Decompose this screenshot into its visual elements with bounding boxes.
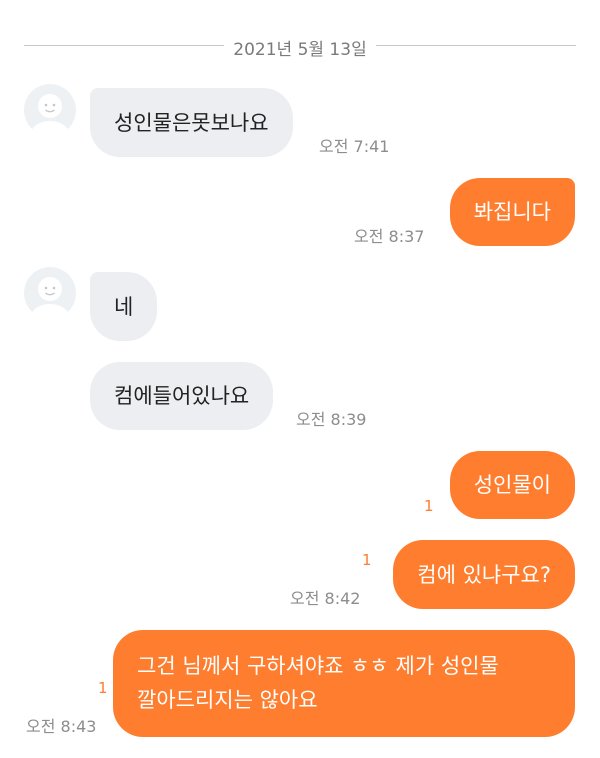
message-timestamp: 오전 8:43 bbox=[26, 717, 97, 736]
message-timestamp: 오전 7:41 bbox=[319, 137, 390, 156]
date-label: 2021년 5월 13일 bbox=[233, 40, 367, 60]
date-separator: 2021년 5월 13일 bbox=[24, 33, 576, 60]
message-bubble[interactable]: 봐집니다 bbox=[449, 178, 575, 246]
default-profile-icon[interactable] bbox=[24, 84, 76, 136]
message-bubble[interactable]: 성인물은못보나요 bbox=[90, 88, 293, 157]
message-bubble[interactable]: 컴에들어있나요 bbox=[90, 362, 274, 430]
message-bubble[interactable]: 성인물이 bbox=[449, 451, 575, 519]
divider bbox=[376, 45, 576, 46]
message-timestamp: 오전 8:39 bbox=[296, 410, 367, 429]
unread-count: 1 bbox=[362, 551, 372, 569]
message-bubble[interactable]: 그건 님께서 구하셔야죠 ㅎㅎ 제가 성인물 깔아드리지는 않아요 bbox=[113, 630, 575, 737]
message-line: 그건 님께서 구하셔야죠 ㅎㅎ 제가 성인물 bbox=[137, 654, 499, 678]
default-profile-icon[interactable] bbox=[24, 267, 76, 319]
message-bubble[interactable]: 네 bbox=[90, 272, 158, 341]
message-line: 깔아드리지는 않아요 bbox=[137, 688, 318, 712]
message-timestamp: 오전 8:42 bbox=[290, 589, 361, 608]
unread-count: 1 bbox=[98, 679, 108, 697]
message-timestamp: 오전 8:37 bbox=[354, 227, 425, 246]
message-bubble[interactable]: 컴에 있냐구요? bbox=[393, 540, 575, 609]
unread-count: 1 bbox=[424, 497, 434, 515]
